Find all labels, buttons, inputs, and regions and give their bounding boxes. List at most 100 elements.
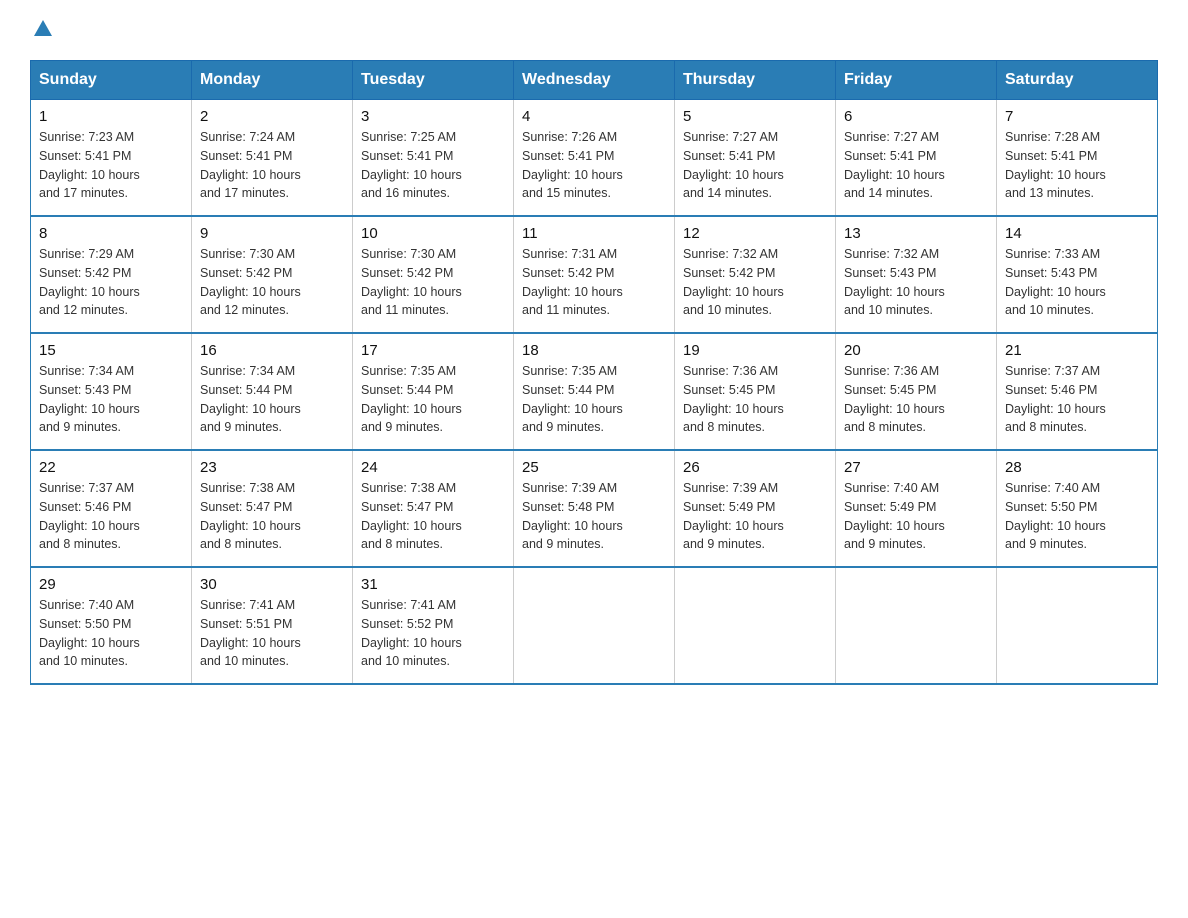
day-number: 6 bbox=[844, 108, 988, 125]
calendar-cell: 24 Sunrise: 7:38 AM Sunset: 5:47 PM Dayl… bbox=[353, 450, 514, 567]
calendar-cell: 9 Sunrise: 7:30 AM Sunset: 5:42 PM Dayli… bbox=[192, 216, 353, 333]
day-info: Sunrise: 7:35 AM Sunset: 5:44 PM Dayligh… bbox=[361, 362, 505, 437]
calendar-cell: 28 Sunrise: 7:40 AM Sunset: 5:50 PM Dayl… bbox=[997, 450, 1158, 567]
day-info: Sunrise: 7:36 AM Sunset: 5:45 PM Dayligh… bbox=[683, 362, 827, 437]
calendar-cell: 19 Sunrise: 7:36 AM Sunset: 5:45 PM Dayl… bbox=[675, 333, 836, 450]
day-info: Sunrise: 7:27 AM Sunset: 5:41 PM Dayligh… bbox=[683, 128, 827, 203]
calendar-cell: 11 Sunrise: 7:31 AM Sunset: 5:42 PM Dayl… bbox=[514, 216, 675, 333]
day-info: Sunrise: 7:41 AM Sunset: 5:52 PM Dayligh… bbox=[361, 596, 505, 671]
calendar-table: SundayMondayTuesdayWednesdayThursdayFrid… bbox=[30, 60, 1158, 685]
day-number: 22 bbox=[39, 459, 183, 476]
calendar-week-1: 1 Sunrise: 7:23 AM Sunset: 5:41 PM Dayli… bbox=[31, 100, 1158, 217]
day-number: 5 bbox=[683, 108, 827, 125]
calendar-cell: 26 Sunrise: 7:39 AM Sunset: 5:49 PM Dayl… bbox=[675, 450, 836, 567]
day-info: Sunrise: 7:37 AM Sunset: 5:46 PM Dayligh… bbox=[39, 479, 183, 554]
logo bbox=[30, 20, 54, 40]
calendar-week-2: 8 Sunrise: 7:29 AM Sunset: 5:42 PM Dayli… bbox=[31, 216, 1158, 333]
day-info: Sunrise: 7:35 AM Sunset: 5:44 PM Dayligh… bbox=[522, 362, 666, 437]
day-number: 25 bbox=[522, 459, 666, 476]
day-number: 26 bbox=[683, 459, 827, 476]
calendar-cell: 23 Sunrise: 7:38 AM Sunset: 5:47 PM Dayl… bbox=[192, 450, 353, 567]
day-number: 29 bbox=[39, 576, 183, 593]
day-info: Sunrise: 7:30 AM Sunset: 5:42 PM Dayligh… bbox=[200, 245, 344, 320]
calendar-cell: 10 Sunrise: 7:30 AM Sunset: 5:42 PM Dayl… bbox=[353, 216, 514, 333]
day-number: 2 bbox=[200, 108, 344, 125]
day-info: Sunrise: 7:32 AM Sunset: 5:43 PM Dayligh… bbox=[844, 245, 988, 320]
day-info: Sunrise: 7:33 AM Sunset: 5:43 PM Dayligh… bbox=[1005, 245, 1149, 320]
calendar-cell bbox=[836, 567, 997, 684]
calendar-body: 1 Sunrise: 7:23 AM Sunset: 5:41 PM Dayli… bbox=[31, 100, 1158, 685]
day-number: 10 bbox=[361, 225, 505, 242]
day-info: Sunrise: 7:38 AM Sunset: 5:47 PM Dayligh… bbox=[361, 479, 505, 554]
calendar-cell: 22 Sunrise: 7:37 AM Sunset: 5:46 PM Dayl… bbox=[31, 450, 192, 567]
day-info: Sunrise: 7:28 AM Sunset: 5:41 PM Dayligh… bbox=[1005, 128, 1149, 203]
day-number: 24 bbox=[361, 459, 505, 476]
logo-icon bbox=[32, 18, 54, 40]
calendar-cell: 14 Sunrise: 7:33 AM Sunset: 5:43 PM Dayl… bbox=[997, 216, 1158, 333]
calendar-cell: 25 Sunrise: 7:39 AM Sunset: 5:48 PM Dayl… bbox=[514, 450, 675, 567]
day-number: 14 bbox=[1005, 225, 1149, 242]
header-friday: Friday bbox=[836, 61, 997, 100]
day-number: 15 bbox=[39, 342, 183, 359]
day-number: 27 bbox=[844, 459, 988, 476]
header-thursday: Thursday bbox=[675, 61, 836, 100]
page-header bbox=[30, 20, 1158, 40]
calendar-cell: 27 Sunrise: 7:40 AM Sunset: 5:49 PM Dayl… bbox=[836, 450, 997, 567]
day-number: 1 bbox=[39, 108, 183, 125]
day-info: Sunrise: 7:38 AM Sunset: 5:47 PM Dayligh… bbox=[200, 479, 344, 554]
day-info: Sunrise: 7:31 AM Sunset: 5:42 PM Dayligh… bbox=[522, 245, 666, 320]
calendar-cell: 15 Sunrise: 7:34 AM Sunset: 5:43 PM Dayl… bbox=[31, 333, 192, 450]
day-info: Sunrise: 7:34 AM Sunset: 5:43 PM Dayligh… bbox=[39, 362, 183, 437]
calendar-cell: 1 Sunrise: 7:23 AM Sunset: 5:41 PM Dayli… bbox=[31, 100, 192, 217]
day-number: 19 bbox=[683, 342, 827, 359]
header-monday: Monday bbox=[192, 61, 353, 100]
day-info: Sunrise: 7:25 AM Sunset: 5:41 PM Dayligh… bbox=[361, 128, 505, 203]
calendar-cell: 12 Sunrise: 7:32 AM Sunset: 5:42 PM Dayl… bbox=[675, 216, 836, 333]
calendar-cell: 5 Sunrise: 7:27 AM Sunset: 5:41 PM Dayli… bbox=[675, 100, 836, 217]
day-number: 11 bbox=[522, 225, 666, 242]
calendar-cell: 8 Sunrise: 7:29 AM Sunset: 5:42 PM Dayli… bbox=[31, 216, 192, 333]
day-number: 23 bbox=[200, 459, 344, 476]
day-info: Sunrise: 7:36 AM Sunset: 5:45 PM Dayligh… bbox=[844, 362, 988, 437]
day-info: Sunrise: 7:37 AM Sunset: 5:46 PM Dayligh… bbox=[1005, 362, 1149, 437]
day-info: Sunrise: 7:39 AM Sunset: 5:48 PM Dayligh… bbox=[522, 479, 666, 554]
day-number: 21 bbox=[1005, 342, 1149, 359]
day-number: 28 bbox=[1005, 459, 1149, 476]
calendar-cell: 3 Sunrise: 7:25 AM Sunset: 5:41 PM Dayli… bbox=[353, 100, 514, 217]
header-saturday: Saturday bbox=[997, 61, 1158, 100]
header-tuesday: Tuesday bbox=[353, 61, 514, 100]
calendar-cell: 2 Sunrise: 7:24 AM Sunset: 5:41 PM Dayli… bbox=[192, 100, 353, 217]
calendar-cell bbox=[997, 567, 1158, 684]
calendar-cell: 29 Sunrise: 7:40 AM Sunset: 5:50 PM Dayl… bbox=[31, 567, 192, 684]
day-info: Sunrise: 7:40 AM Sunset: 5:49 PM Dayligh… bbox=[844, 479, 988, 554]
day-number: 4 bbox=[522, 108, 666, 125]
day-number: 18 bbox=[522, 342, 666, 359]
day-number: 7 bbox=[1005, 108, 1149, 125]
calendar-cell: 4 Sunrise: 7:26 AM Sunset: 5:41 PM Dayli… bbox=[514, 100, 675, 217]
calendar-cell bbox=[675, 567, 836, 684]
calendar-cell: 7 Sunrise: 7:28 AM Sunset: 5:41 PM Dayli… bbox=[997, 100, 1158, 217]
calendar-cell: 17 Sunrise: 7:35 AM Sunset: 5:44 PM Dayl… bbox=[353, 333, 514, 450]
calendar-header-row: SundayMondayTuesdayWednesdayThursdayFrid… bbox=[31, 61, 1158, 100]
day-number: 3 bbox=[361, 108, 505, 125]
day-info: Sunrise: 7:41 AM Sunset: 5:51 PM Dayligh… bbox=[200, 596, 344, 671]
header-sunday: Sunday bbox=[31, 61, 192, 100]
calendar-cell: 18 Sunrise: 7:35 AM Sunset: 5:44 PM Dayl… bbox=[514, 333, 675, 450]
calendar-cell: 31 Sunrise: 7:41 AM Sunset: 5:52 PM Dayl… bbox=[353, 567, 514, 684]
day-info: Sunrise: 7:26 AM Sunset: 5:41 PM Dayligh… bbox=[522, 128, 666, 203]
day-number: 17 bbox=[361, 342, 505, 359]
day-info: Sunrise: 7:24 AM Sunset: 5:41 PM Dayligh… bbox=[200, 128, 344, 203]
day-number: 12 bbox=[683, 225, 827, 242]
calendar-cell: 20 Sunrise: 7:36 AM Sunset: 5:45 PM Dayl… bbox=[836, 333, 997, 450]
header-wednesday: Wednesday bbox=[514, 61, 675, 100]
day-info: Sunrise: 7:30 AM Sunset: 5:42 PM Dayligh… bbox=[361, 245, 505, 320]
day-info: Sunrise: 7:40 AM Sunset: 5:50 PM Dayligh… bbox=[1005, 479, 1149, 554]
day-number: 31 bbox=[361, 576, 505, 593]
day-number: 9 bbox=[200, 225, 344, 242]
calendar-cell: 6 Sunrise: 7:27 AM Sunset: 5:41 PM Dayli… bbox=[836, 100, 997, 217]
day-info: Sunrise: 7:39 AM Sunset: 5:49 PM Dayligh… bbox=[683, 479, 827, 554]
day-number: 16 bbox=[200, 342, 344, 359]
calendar-cell: 13 Sunrise: 7:32 AM Sunset: 5:43 PM Dayl… bbox=[836, 216, 997, 333]
calendar-week-4: 22 Sunrise: 7:37 AM Sunset: 5:46 PM Dayl… bbox=[31, 450, 1158, 567]
day-number: 13 bbox=[844, 225, 988, 242]
